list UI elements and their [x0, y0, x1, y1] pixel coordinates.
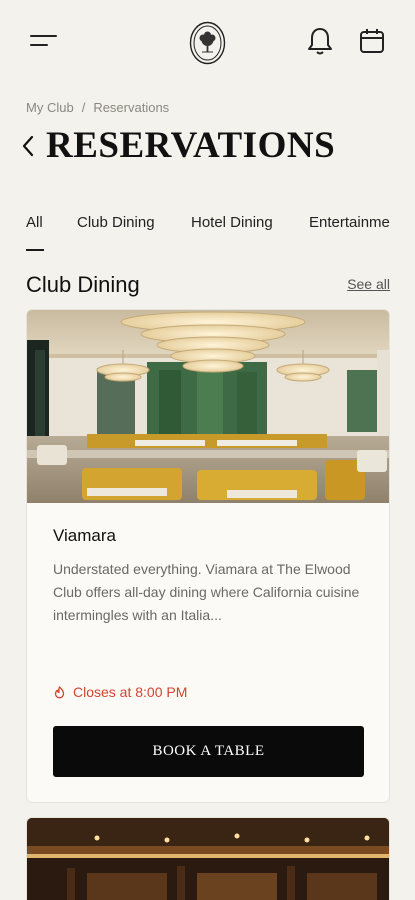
active-tab-indicator [26, 249, 44, 251]
top-bar [0, 0, 415, 90]
opening-status: Closes at 8:00 PM [53, 684, 187, 700]
breadcrumb-item-my-club[interactable]: My Club [26, 100, 74, 115]
restaurant-card[interactable]: Viamara Understated everything. Viamara … [26, 309, 390, 803]
hamburger-icon[interactable] [30, 35, 58, 49]
calendar-icon[interactable] [358, 27, 386, 55]
clock-icon [54, 685, 65, 698]
chevron-left-icon[interactable] [20, 134, 36, 158]
status-text: Closes at 8:00 PM [73, 684, 188, 700]
tab-all[interactable]: All [26, 214, 43, 231]
restaurant-photo [27, 310, 389, 503]
breadcrumb: My Club / Reservations [26, 100, 169, 115]
restaurant-card-2[interactable] [26, 817, 390, 900]
tab-hotel-dining[interactable]: Hotel Dining [191, 214, 273, 231]
book-table-button[interactable]: BOOK A TABLE [53, 726, 364, 777]
restaurant-description: Understated everything. Viamara at The E… [53, 561, 360, 623]
bell-icon[interactable] [306, 26, 334, 56]
breadcrumb-item-reservations: Reservations [93, 100, 170, 115]
club-crest-logo[interactable] [189, 21, 226, 65]
category-tabs: All Club Dining Hotel Dining Entertainme [26, 200, 415, 256]
restaurant-name: Viamara [53, 526, 116, 545]
page-title: RESERVATIONS [46, 125, 336, 166]
breadcrumb-separator: / [81, 100, 86, 115]
title-row: RESERVATIONS [20, 122, 335, 170]
see-all-link[interactable]: See all [347, 276, 390, 292]
tab-club-dining[interactable]: Club Dining [77, 214, 155, 231]
section-title: Club Dining [26, 272, 140, 297]
section-header: Club Dining See all [26, 270, 390, 302]
tab-entertainment[interactable]: Entertainme [309, 214, 390, 231]
restaurant-photo-2 [27, 818, 389, 900]
